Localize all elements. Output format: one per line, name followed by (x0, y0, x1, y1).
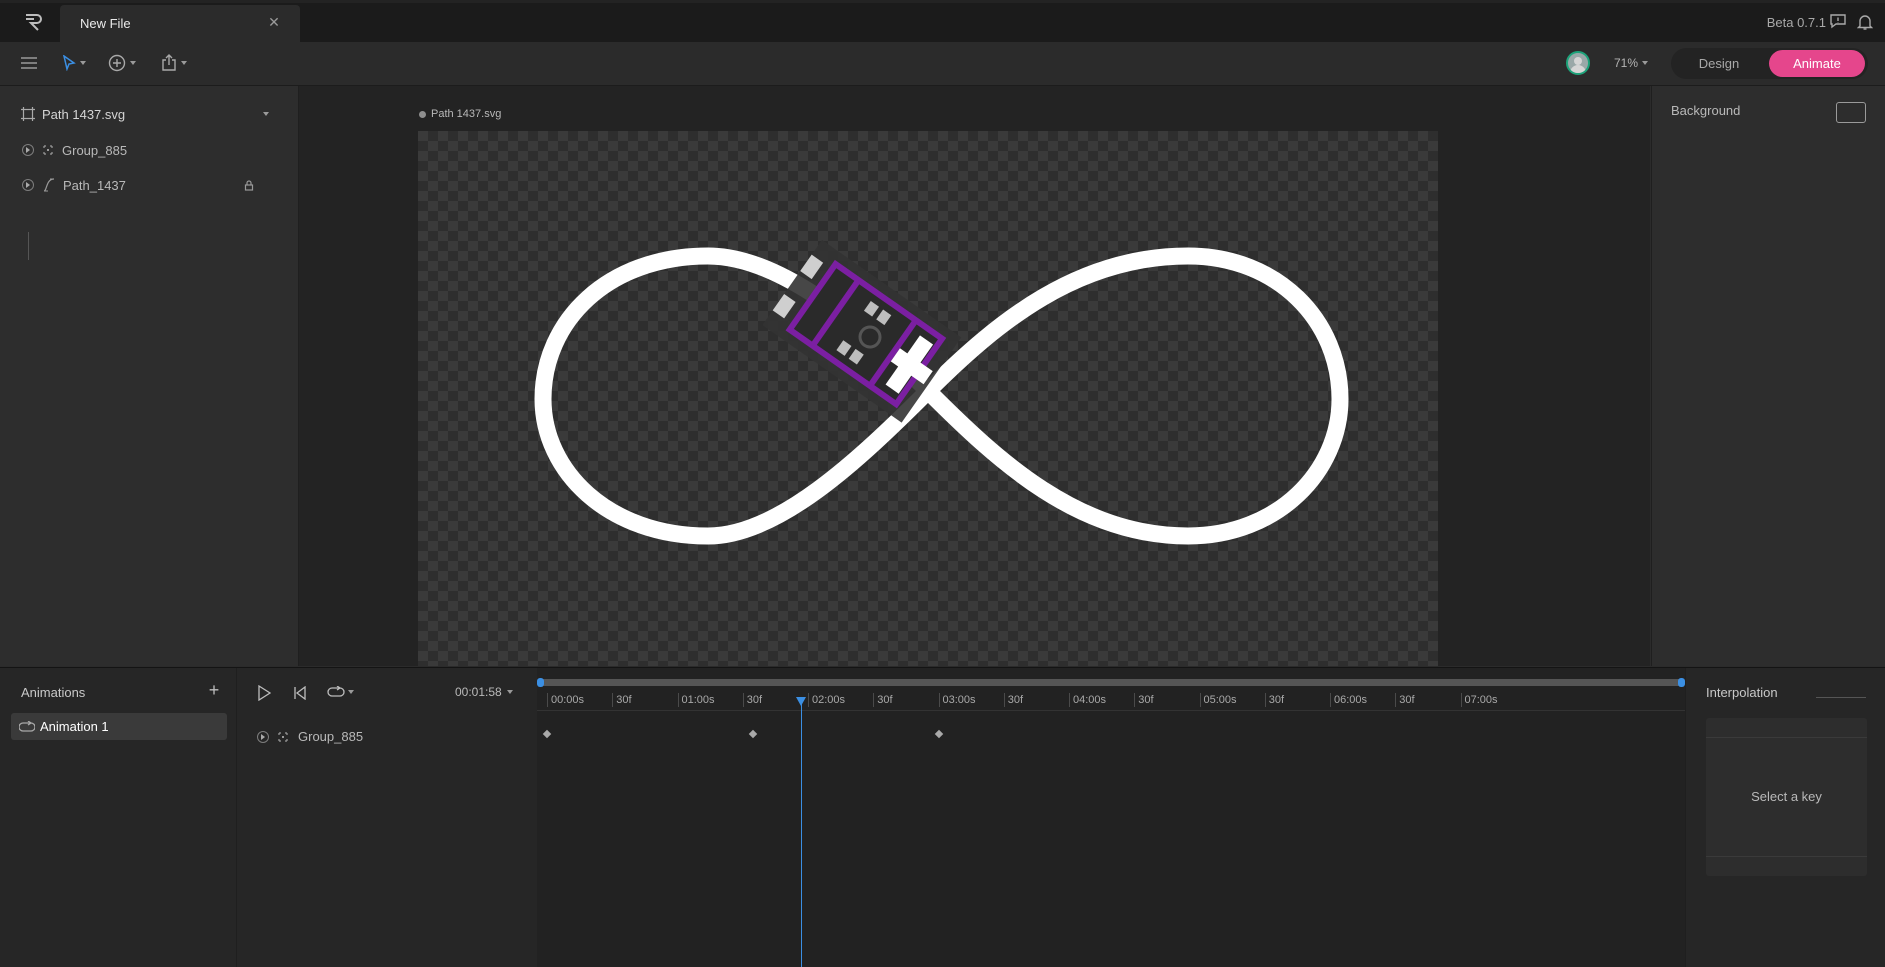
select-tool-button[interactable] (62, 52, 86, 74)
expand-icon[interactable] (257, 730, 269, 743)
animation-panel: Animations + Animation 1 00:01:58 Group_… (0, 667, 1885, 967)
interpolation-title: Interpolation (1706, 685, 1778, 700)
rive-logo-icon[interactable] (22, 12, 44, 32)
design-mode-button[interactable]: Design (1671, 48, 1767, 79)
expand-icon[interactable] (22, 179, 34, 191)
ruler-tick: 30f (873, 693, 893, 707)
pointer-icon (62, 55, 76, 71)
ruler-tick: 04:00s (1069, 693, 1106, 707)
ruler-tick: 03:00s (938, 693, 976, 707)
hierarchy-panel: Path 1437.svg Group_885 Path_1437 (0, 86, 299, 666)
animation-item-label: Animation 1 (40, 719, 109, 734)
interpolation-curve-preview (1816, 697, 1866, 698)
hierarchy-item-group[interactable]: Group_885 (0, 138, 298, 162)
animations-list: Animations + Animation 1 (0, 668, 236, 967)
background-color-swatch[interactable] (1836, 102, 1866, 123)
chevron-down-icon (1642, 61, 1649, 65)
ruler-tick: 30f (742, 693, 762, 707)
interpolation-empty-message: Select a key (1751, 789, 1822, 804)
infinity-path[interactable] (418, 131, 1438, 666)
artboard[interactable] (418, 131, 1438, 666)
bell-icon[interactable] (1856, 13, 1874, 31)
background-label: Background (1671, 103, 1741, 118)
loop-icon (327, 686, 345, 697)
playhead[interactable] (801, 698, 803, 967)
ruler-tick: 30f (612, 693, 632, 707)
zoom-value: 71% (1614, 56, 1639, 70)
chevron-down-icon (506, 690, 513, 694)
ruler-tick: 07:00s (1460, 693, 1498, 707)
ruler-tick: 30f (1003, 693, 1023, 707)
ruler-tick: 05:00s (1199, 693, 1237, 707)
file-tab[interactable]: New File ✕ (60, 5, 300, 42)
ruler-tick: 30f (1134, 693, 1154, 707)
expand-icon[interactable] (22, 144, 34, 156)
timeline-controls: 00:01:58 Group_885 (237, 668, 537, 967)
hierarchy-artboard-row[interactable]: Path 1437.svg (0, 102, 298, 126)
keyframe[interactable] (748, 729, 758, 739)
share-icon (162, 54, 176, 71)
close-icon[interactable]: ✕ (266, 14, 282, 30)
group-icon (43, 145, 53, 155)
keyframe[interactable] (542, 729, 552, 739)
artboard-label: Path 1437.svg (419, 108, 501, 120)
track-row[interactable]: Group_885 (257, 729, 363, 744)
timeline-time: 00:01:58 (455, 685, 502, 699)
range-end-handle[interactable] (1678, 678, 1685, 687)
timeline-ruler[interactable]: 00:00s 30f 01:00s 30f 02:00s 30f 03:00s 30f 04:0… (537, 690, 1685, 711)
version-label: Beta 0.7.1 (1766, 15, 1826, 30)
chevron-down-icon[interactable] (263, 112, 269, 116)
timeline-range-bar[interactable] (537, 678, 1685, 687)
group-icon (278, 731, 288, 742)
animations-title: Animations (21, 685, 86, 700)
ruler-tick: 00:00s (547, 693, 584, 707)
keyframe[interactable] (934, 729, 943, 739)
title-bar: New File ✕ Beta 0.7.1 (0, 0, 1885, 42)
ruler-tick: 01:00s (677, 693, 715, 707)
playhead-handle[interactable] (796, 697, 807, 706)
timeline-duration-dropdown[interactable]: 00:01:58 (455, 685, 513, 699)
ruler-tick: 06:00s (1330, 693, 1367, 707)
hierarchy-item-label: Group_885 (62, 142, 128, 158)
hierarchy-item-path[interactable]: Path_1437 (0, 173, 298, 197)
artboard-icon (21, 107, 35, 121)
animate-mode-button[interactable]: Animate (1769, 50, 1865, 77)
menu-button[interactable] (20, 52, 38, 74)
hamburger-icon (21, 57, 37, 69)
track-name: Group_885 (298, 729, 364, 744)
interpolation-editor: Select a key (1706, 718, 1867, 876)
ruler-tick: 30f (1395, 693, 1415, 707)
file-tab-label: New File (80, 16, 131, 31)
export-button[interactable] (161, 52, 187, 74)
timeline-track-area[interactable]: 00:00s 30f 01:00s 30f 02:00s 30f 03:00s 30f 04:0… (537, 668, 1685, 967)
ruler-tick: 30f (1264, 693, 1284, 707)
add-animation-button[interactable]: + (205, 681, 223, 699)
toolbar: 71% Design Animate (0, 42, 1885, 86)
animation-item[interactable]: Animation 1 (11, 713, 227, 740)
plus-circle-icon (108, 54, 126, 72)
interpolation-panel: Interpolation Select a key (1686, 668, 1885, 967)
loop-mode-dropdown[interactable] (327, 686, 354, 698)
range-start-handle[interactable] (537, 678, 544, 687)
play-icon[interactable] (257, 685, 271, 701)
add-shape-button[interactable] (108, 52, 136, 74)
lock-icon[interactable] (244, 179, 254, 191)
hierarchy-item-label: Path_1437 (63, 177, 126, 193)
mode-switch: Design Animate (1671, 48, 1868, 79)
loop-icon (19, 721, 35, 732)
skip-to-start-icon[interactable] (293, 686, 307, 700)
ruler-tick: 02:00s (808, 693, 845, 707)
avatar[interactable] (1566, 51, 1590, 75)
inspector-panel: Background (1651, 86, 1885, 666)
feedback-chat-icon[interactable] (1829, 13, 1847, 29)
zoom-dropdown[interactable]: 71% (1614, 56, 1649, 70)
artboard-name: Path 1437.svg (42, 106, 126, 122)
stage-canvas[interactable]: Path 1437.svg (299, 86, 1650, 666)
path-icon (43, 178, 55, 192)
